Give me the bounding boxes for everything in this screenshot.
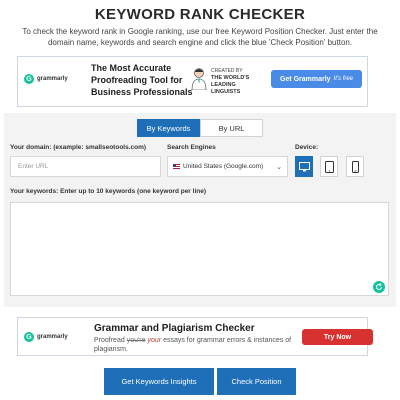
tablet-icon (324, 160, 334, 173)
grammarly-g-icon: G (24, 332, 34, 342)
desktop-icon (298, 161, 310, 171)
grammarly-refresh-icon[interactable] (373, 281, 385, 293)
engine-label: Search Engines (167, 144, 216, 151)
device-tablet-button[interactable] (320, 156, 338, 177)
us-flag-icon (173, 164, 180, 169)
tab-by-url[interactable]: By URL (200, 119, 263, 137)
domain-label: Your domain: (example: smallseotools.com… (10, 144, 147, 151)
device-mobile-button[interactable] (346, 156, 364, 177)
grammarly-ad-bottom[interactable]: G grammarly Grammar and Plagiarism Check… (17, 317, 373, 356)
get-keywords-insights-button[interactable]: Get Keywords Insights (104, 368, 214, 395)
search-engine-select[interactable]: United States (Google.com) ⌄ (167, 156, 288, 177)
get-grammarly-button[interactable]: Get Grammarly It's free (271, 70, 362, 88)
rank-checker-form: By Keywords By URL Your domain: (example… (4, 113, 396, 307)
check-position-button[interactable]: Check Position (217, 368, 296, 395)
chevron-down-icon: ⌄ (276, 163, 282, 171)
domain-input[interactable] (10, 156, 161, 177)
grammarly-logo: G grammarly (24, 74, 68, 84)
mobile-icon (351, 160, 359, 173)
ad-headline: Grammar and Plagiarism Checker (94, 323, 255, 334)
page-intro: To check the keyword rank in Google rank… (22, 27, 378, 47)
page-title: KEYWORD RANK CHECKER (94, 6, 306, 23)
ad-created-by: CREATED BY THE WORLD'S LEADING LINGUISTS (211, 68, 250, 95)
grammarly-ad-top[interactable]: G grammarly The Most Accurate Proofreadi… (17, 56, 368, 107)
linguist-avatar-icon (191, 68, 207, 90)
keywords-textarea[interactable] (10, 202, 389, 296)
keywords-label: Your keywords: Enter up to 10 keywords (… (10, 188, 207, 195)
grammarly-logo: G grammarly (24, 332, 68, 342)
device-label: Device: (295, 144, 319, 151)
tab-by-keywords[interactable]: By Keywords (137, 119, 200, 137)
grammarly-g-icon: G (24, 74, 34, 84)
ad-subtext: Proofread you're your essays for grammar… (94, 337, 292, 353)
device-desktop-button[interactable] (295, 156, 313, 177)
ad-headline: The Most Accurate Proofreading Tool for … (91, 63, 193, 97)
try-now-button[interactable]: Try Now (302, 329, 373, 345)
mode-tabs: By Keywords By URL (137, 119, 263, 137)
